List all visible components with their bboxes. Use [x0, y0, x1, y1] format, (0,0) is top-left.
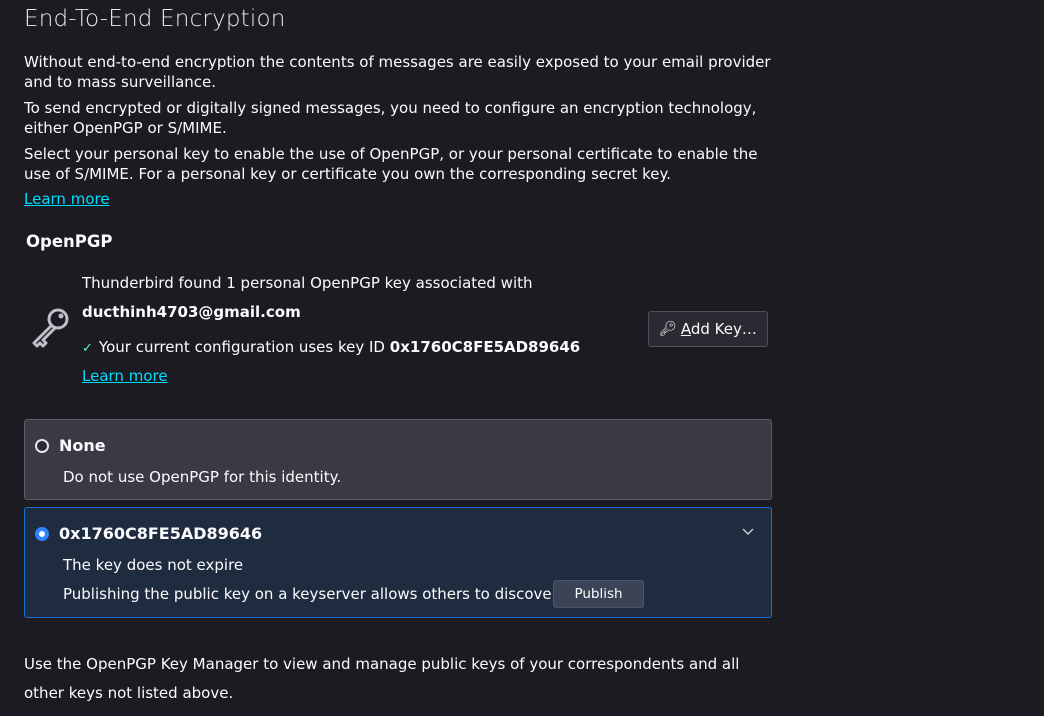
option-none-description: Do not use OpenPGP for this identity. [63, 468, 342, 486]
option-none-title: None [59, 436, 106, 455]
config-prefix: Your current configuration uses key ID [98, 338, 385, 356]
checkmark-icon: ✓ [82, 341, 93, 356]
footer-text: Use the OpenPGP Key Manager to view and … [24, 655, 740, 702]
intro-paragraph-1: Without end-to-end encryption the conten… [24, 53, 771, 91]
add-key-label: Add Key… [680, 320, 757, 338]
key-icon [32, 308, 69, 348]
learn-more-container: Learn more [24, 189, 774, 209]
publish-button[interactable]: Publish [553, 580, 644, 608]
openpgp-learn-more-link[interactable]: Learn more [82, 367, 168, 385]
config-key-id: 0x1760C8FE5AD89646 [389, 338, 581, 356]
openpgp-learn-more-container: Learn more [82, 366, 168, 385]
key-small-icon: 🔑︎ [659, 321, 677, 337]
e2e-encryption-panel: End-To-End Encryption Without end-to-end… [0, 0, 1044, 716]
found-key-text: Thunderbird found 1 personal OpenPGP key… [82, 274, 533, 292]
option-none-card[interactable]: None Do not use OpenPGP for this identit… [24, 419, 772, 500]
identity-email: ducthinh4703@gmail.com [82, 303, 301, 321]
add-key-button[interactable]: 🔑︎ Add Key… [648, 311, 768, 347]
radio-none[interactable] [35, 439, 49, 453]
publish-description: Publishing the public key on a keyserver… [63, 585, 578, 603]
learn-more-link[interactable]: Learn more [24, 190, 110, 208]
key-expiry-text: The key does not expire [63, 556, 244, 574]
radio-key[interactable] [35, 527, 49, 541]
chevron-down-icon[interactable] [741, 524, 755, 538]
page-title: End-To-End Encryption [24, 6, 286, 32]
option-key-title: 0x1760C8FE5AD89646 [59, 524, 263, 543]
option-key-card[interactable]: 0x1760C8FE5AD89646 The key does not expi… [24, 507, 772, 618]
intro-paragraph-2: To send encrypted or digitally signed me… [24, 99, 757, 137]
openpgp-heading: OpenPGP [26, 232, 113, 251]
intro-paragraph-3: Select your personal key to enable the u… [24, 145, 758, 183]
current-config-line: ✓ Your current configuration uses key ID … [82, 337, 580, 359]
